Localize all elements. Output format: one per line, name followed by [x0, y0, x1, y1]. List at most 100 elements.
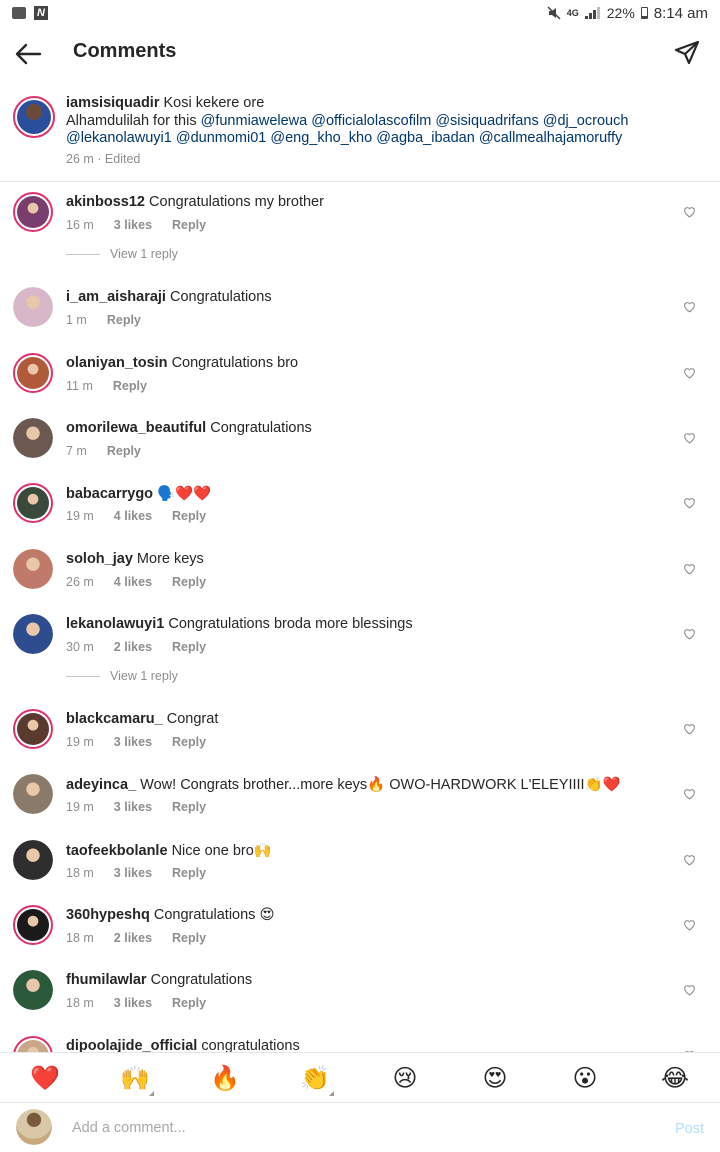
- avatar[interactable]: [13, 483, 53, 524]
- likes-count[interactable]: 3 likes: [114, 866, 152, 880]
- mention[interactable]: @dj_ocrouch: [543, 113, 629, 129]
- comment-row[interactable]: babacarrygo 🗣️❤️❤️ 19 m 4 likes Reply: [0, 473, 720, 535]
- comment-username[interactable]: dipoolajide_official: [66, 1038, 197, 1052]
- comment-username[interactable]: lekanolawuyi1: [66, 616, 164, 632]
- comment-row[interactable]: omorilewa_beautiful Congratulations 7 m Re…: [0, 408, 720, 470]
- comment-username[interactable]: omorilewa_beautiful: [66, 420, 206, 436]
- heart-icon[interactable]: [683, 788, 696, 800]
- mention[interactable]: @funmiawelewa: [201, 113, 308, 129]
- heart-icon[interactable]: [683, 854, 696, 866]
- laughing-face-emoji-button[interactable]: 😂: [630, 1064, 720, 1092]
- surprised-face-emoji-button[interactable]: 😮: [540, 1064, 630, 1092]
- likes-count[interactable]: 3 likes: [114, 735, 152, 749]
- reply-button[interactable]: Reply: [172, 735, 206, 749]
- likes-count[interactable]: 2 likes: [114, 640, 152, 654]
- reply-button[interactable]: Reply: [172, 996, 206, 1010]
- comment-list[interactable]: akinboss12 Congratulations my brother 16 …: [0, 182, 720, 1052]
- comment-input[interactable]: [72, 1115, 632, 1141]
- mention[interactable]: @agba_ibadan: [376, 130, 475, 146]
- heart-icon[interactable]: [683, 919, 696, 931]
- avatar[interactable]: [13, 417, 53, 458]
- likes-count[interactable]: 3 likes: [114, 800, 152, 814]
- comment-row[interactable]: soloh_jay More keys 26 m 4 likes Reply: [0, 539, 720, 601]
- mention[interactable]: @lekanolawuyi1: [66, 130, 172, 146]
- send-icon[interactable]: [674, 40, 700, 66]
- likes-count[interactable]: 4 likes: [114, 509, 152, 523]
- clapping-hands-emoji-button[interactable]: 👏: [270, 1064, 360, 1096]
- view-replies-button[interactable]: View 1 reply: [66, 247, 178, 261]
- view-replies-button[interactable]: View 1 reply: [66, 669, 178, 683]
- comment-row[interactable]: akinboss12 Congratulations my brother 16 …: [0, 182, 720, 244]
- likes-count[interactable]: 3 likes: [114, 218, 152, 232]
- reply-button[interactable]: Reply: [172, 509, 206, 523]
- comment-body: lekanolawuyi1 Congratulations broda more…: [66, 616, 666, 632]
- reply-button[interactable]: Reply: [172, 800, 206, 814]
- comment-username[interactable]: soloh_jay: [66, 551, 133, 567]
- reply-button[interactable]: Reply: [172, 931, 206, 945]
- raising-hands-emoji-button[interactable]: 🙌: [90, 1064, 180, 1096]
- reply-button[interactable]: Reply: [107, 444, 141, 458]
- heart-icon[interactable]: [683, 301, 696, 313]
- avatar[interactable]: [13, 96, 55, 138]
- fire-emoji-button[interactable]: 🔥: [180, 1064, 270, 1092]
- avatar[interactable]: [13, 774, 53, 815]
- comment-username[interactable]: adeyinca_: [66, 777, 136, 793]
- likes-count[interactable]: 4 likes: [114, 575, 152, 589]
- comment-row[interactable]: i_am_aisharaji Congratulations 1 m Reply: [0, 277, 720, 339]
- comment-username[interactable]: 360hypeshq: [66, 907, 150, 923]
- comment-username[interactable]: babacarrygo: [66, 486, 153, 502]
- avatar[interactable]: [13, 352, 53, 393]
- reply-button[interactable]: Reply: [113, 379, 147, 393]
- post-button[interactable]: Post: [675, 1121, 704, 1137]
- heart-icon[interactable]: [683, 497, 696, 509]
- comment-row[interactable]: olaniyan_tosin Congratulations bro 11 m Re…: [0, 343, 720, 405]
- heart-icon[interactable]: [683, 563, 696, 575]
- comment-username[interactable]: akinboss12: [66, 194, 145, 210]
- comment-username[interactable]: olaniyan_tosin: [66, 355, 168, 371]
- likes-count[interactable]: 3 likes: [114, 996, 152, 1010]
- avatar[interactable]: [13, 1035, 53, 1052]
- mention[interactable]: @dunmomi01: [176, 130, 266, 146]
- comment-row[interactable]: lekanolawuyi1 Congratulations broda more…: [0, 604, 720, 666]
- heart-icon[interactable]: [683, 206, 696, 218]
- mention[interactable]: @sisiquadrifans: [435, 113, 538, 129]
- heart-icon[interactable]: [683, 628, 696, 640]
- crying-face-emoji-button[interactable]: 😢: [360, 1064, 450, 1092]
- comment-username[interactable]: i_am_aisharaji: [66, 289, 166, 305]
- reply-button[interactable]: Reply: [172, 575, 206, 589]
- mention[interactable]: @officialolascofilm: [311, 113, 431, 129]
- heart-icon[interactable]: [683, 432, 696, 444]
- comment-row[interactable]: blackcamaru_ Congrat 19 m 3 likes Reply: [0, 699, 720, 761]
- red-heart-emoji-button[interactable]: ❤️: [0, 1064, 90, 1092]
- avatar[interactable]: [13, 905, 53, 945]
- caption-username[interactable]: iamsisiquadir: [66, 95, 159, 111]
- avatar[interactable]: [13, 970, 53, 1011]
- heart-icon[interactable]: [683, 367, 696, 379]
- reply-button[interactable]: Reply: [172, 866, 206, 880]
- mention[interactable]: @eng_kho_kho: [270, 130, 372, 146]
- comment-username[interactable]: blackcamaru_: [66, 711, 163, 727]
- reply-button[interactable]: Reply: [107, 313, 141, 327]
- avatar[interactable]: [13, 192, 53, 232]
- arrow-left-icon[interactable]: [14, 42, 42, 66]
- likes-count[interactable]: 2 likes: [114, 931, 152, 945]
- avatar[interactable]: [13, 613, 53, 654]
- heart-eyes-emoji-button[interactable]: 😍: [450, 1064, 540, 1092]
- avatar[interactable]: [13, 709, 53, 750]
- reply-button[interactable]: Reply: [172, 640, 206, 654]
- avatar[interactable]: [13, 548, 53, 589]
- comment-row[interactable]: fhumilawlar Congratulations 18 m 3 likes Re…: [0, 960, 720, 1022]
- comment-username[interactable]: fhumilawlar: [66, 972, 147, 988]
- comment-row[interactable]: adeyinca_ Wow! Congrats brother...more k…: [0, 764, 720, 826]
- comment-row[interactable]: 360hypeshq Congratulations 😍 18 m 2 likes R…: [0, 895, 720, 957]
- comment-row[interactable]: dipoolajide_official congratulations: [0, 1026, 720, 1052]
- comment-body: blackcamaru_ Congrat: [66, 711, 666, 727]
- reply-button[interactable]: Reply: [172, 218, 206, 232]
- avatar[interactable]: [13, 839, 53, 880]
- comment-row[interactable]: taofeekbolanle Nice one bro🙌 18 m 3 likes R…: [0, 830, 720, 892]
- mention[interactable]: @callmealhajamoruffy: [479, 130, 622, 146]
- avatar[interactable]: [13, 287, 53, 328]
- comment-username[interactable]: taofeekbolanle: [66, 843, 168, 859]
- heart-icon[interactable]: [683, 984, 696, 996]
- heart-icon[interactable]: [683, 723, 696, 735]
